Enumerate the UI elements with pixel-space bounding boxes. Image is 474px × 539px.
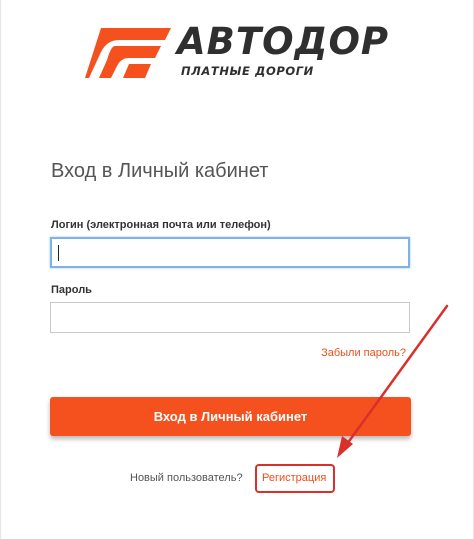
login-label: Логин (электронная почта или телефон) — [51, 219, 271, 231]
password-label: Пароль — [51, 284, 92, 296]
login-input[interactable] — [50, 237, 410, 268]
register-link[interactable]: Регистрация — [262, 472, 326, 484]
password-input[interactable] — [50, 302, 410, 333]
brand-name: АВТОДОР — [177, 20, 390, 63]
new-user-text: Новый пользователь? — [130, 472, 243, 484]
brand-tagline: ПЛАТНЫЕ ДОРОГИ — [181, 64, 314, 78]
login-page: АВТОДОР ПЛАТНЫЕ ДОРОГИ Вход в Личный каб… — [0, 0, 474, 539]
avtodor-logo[interactable]: АВТОДОР ПЛАТНЫЕ ДОРОГИ — [85, 20, 388, 82]
login-submit-button[interactable]: Вход в Личный кабинет — [50, 397, 411, 436]
text-caret — [58, 245, 59, 261]
road-logo-icon — [85, 28, 171, 78]
forgot-password-link[interactable]: Забыли пароль? — [321, 347, 406, 359]
page-title: Вход в Личный кабинет — [51, 160, 269, 182]
